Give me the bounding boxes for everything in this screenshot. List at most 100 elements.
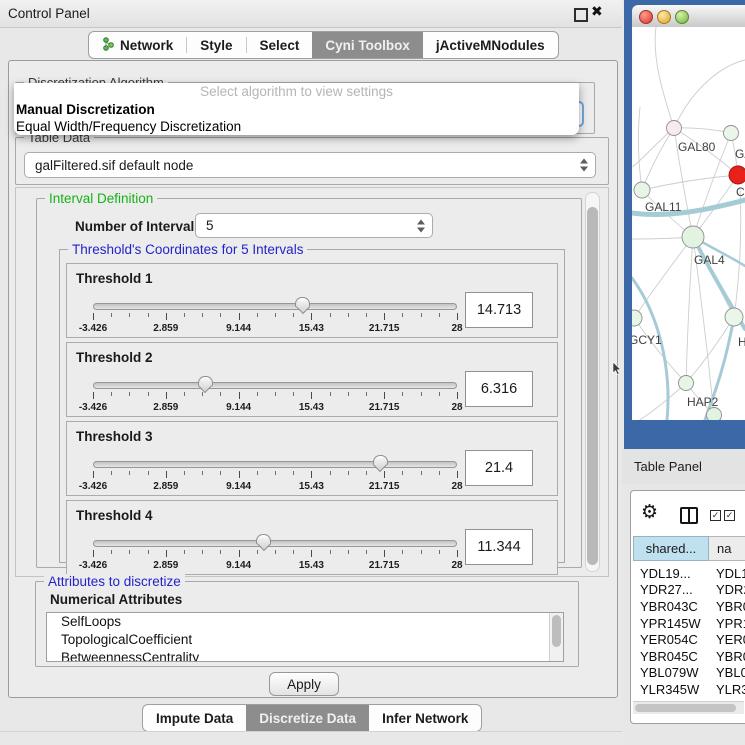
network-icon [102,37,115,54]
slider-tick-labels: -3.4262.8599.14415.4321.71528 [93,402,457,414]
tab-discretize-data[interactable]: Discretize Data [246,705,369,731]
table-cell: YIL052C [633,699,712,700]
table-row[interactable]: YDL19...YDL1 [633,565,745,582]
tab-style[interactable]: Style [187,32,245,58]
table-cell: YDR2 [712,582,745,597]
network-edge[interactable] [655,27,674,128]
divider [0,731,622,732]
gear-icon[interactable]: ⚙ [641,503,658,522]
tab-infer-network-label: Infer Network [382,711,468,726]
table-cell: YIL0 [712,699,745,700]
close-traffic-light-icon[interactable] [639,10,653,24]
table-row[interactable]: YLR345WYLR3 [633,681,745,698]
dropdown-option-equal-width[interactable]: Equal Width/Frequency Discretization [14,118,579,135]
table-row[interactable]: YBL079WYBL0 [633,665,745,682]
table-row[interactable]: YPR145WYPR1 [633,615,745,632]
table-cell: YBR043C [633,599,712,614]
num-intervals-label: Number of Intervals [75,219,202,234]
table-cell: YER0 [712,632,745,647]
tab-jactivemnodules[interactable]: jActiveMNodules [423,32,558,58]
network-edge-highlighted[interactable] [632,278,668,420]
num-intervals-combo[interactable]: 5 [195,213,433,238]
table-row[interactable]: YBR043CYBR0 [633,598,745,615]
network-edge[interactable] [642,175,738,190]
algorithm-dropdown: Select algorithm to view settings Manual… [14,83,579,135]
network-node[interactable] [632,310,642,326]
attributes-group-label: Attributes to discretize [44,574,185,589]
slider-ticks [93,550,457,558]
tab-select[interactable]: Select [247,32,313,58]
zoom-traffic-light-icon[interactable] [675,10,689,24]
threshold-value-field[interactable]: 11.344 [465,529,533,565]
column-header-shared[interactable]: shared... [633,536,709,561]
column-header-name[interactable]: na [709,536,745,561]
tab-infer-network[interactable]: Infer Network [369,705,481,731]
threshold-value-field[interactable]: 21.4 [465,450,533,486]
table-row[interactable]: YER054CYER0 [633,631,745,648]
network-edge[interactable] [674,128,731,133]
network-edge[interactable] [674,60,745,128]
network-edge[interactable] [686,237,693,383]
table-row[interactable]: YBR045CYBR0 [633,648,745,665]
network-node-label: GAL80 [678,140,716,154]
scrollbar-thumb[interactable] [635,704,736,712]
horizontal-scrollbar[interactable] [633,701,744,714]
tab-network[interactable]: Network [89,32,186,58]
close-icon[interactable]: ✖ [591,4,603,20]
network-node[interactable] [682,226,704,248]
table-cell: YDR27... [633,582,712,597]
vertical-scrollbar[interactable] [585,192,600,572]
numerical-attributes-list[interactable]: SelfLoopsTopologicalCoefficientBetweenne… [46,612,564,662]
minimize-traffic-light-icon[interactable] [657,10,671,24]
network-edge[interactable] [638,107,642,190]
checkbox-icon[interactable]: ✓ [710,510,721,521]
tab-cyni-toolbox[interactable]: Cyni Toolbox [312,32,423,58]
slider-track[interactable] [93,461,457,468]
threshold-slider[interactable]: -3.4262.8599.14415.4321.71528 [93,382,457,414]
float-window-icon[interactable] [574,8,588,22]
scrollbar-thumb[interactable] [587,207,598,565]
thresholds-group: Threshold's Coordinates for 5 Intervals … [59,249,565,563]
table-data-value: galFiltered.sif default node [35,158,193,173]
network-edge[interactable] [734,187,741,317]
network-window-titlebar[interactable] [632,5,745,28]
network-node[interactable] [729,166,745,184]
threshold-value-field[interactable]: 6.316 [465,371,533,407]
apply-button[interactable]: Apply [269,672,339,696]
threshold-row: Threshold 4 -3.4262.8599.14415.4321.7152… [66,500,558,575]
attribute-items: SelfLoopsTopologicalCoefficientBetweenne… [47,613,563,662]
network-canvas[interactable]: GAL80GACGAL11GAL4GCY1HHAP2 [632,27,745,420]
network-edge[interactable] [642,128,674,190]
dropdown-option-manual[interactable]: Manual Discretization [14,101,579,118]
network-node[interactable] [724,126,739,141]
list-scrollbar[interactable] [549,613,563,661]
attribute-list-item[interactable]: SelfLoops [47,613,563,631]
slider-ticks [93,313,457,321]
scrollbar-thumb[interactable] [552,615,561,647]
checkbox-icon[interactable]: ✓ [724,510,735,521]
network-node[interactable] [679,376,694,391]
network-edge[interactable] [632,383,686,420]
slider-track[interactable] [93,303,457,310]
attribute-list-item[interactable]: BetweennessCentrality [47,649,563,662]
attributes-group: Attributes to discretize Numerical Attri… [35,581,579,667]
tab-impute-data[interactable]: Impute Data [143,705,246,731]
slider-track[interactable] [93,540,457,547]
threshold-slider[interactable]: -3.4262.8599.14415.4321.71528 [93,461,457,493]
table-cell: YBR0 [712,599,745,614]
table-row[interactable]: YIL052CYIL0 [633,698,745,700]
slider-track[interactable] [93,382,457,389]
table-row[interactable]: YDR27...YDR2 [633,582,745,599]
threshold-slider[interactable]: -3.4262.8599.14415.4321.71528 [93,303,457,335]
table-data-combo[interactable]: galFiltered.sif default node [24,152,596,178]
network-node[interactable] [634,182,650,198]
threshold-value-field[interactable]: 14.713 [465,292,533,328]
network-edge[interactable] [634,318,686,383]
network-node[interactable] [725,308,743,326]
attribute-list-item[interactable]: TopologicalCoefficient [47,631,563,649]
split-columns-icon[interactable] [680,507,698,524]
network-node[interactable] [667,121,682,136]
threshold-slider[interactable]: -3.4262.8599.14415.4321.71528 [93,540,457,572]
network-edge[interactable] [634,237,693,318]
network-node[interactable] [707,408,722,421]
